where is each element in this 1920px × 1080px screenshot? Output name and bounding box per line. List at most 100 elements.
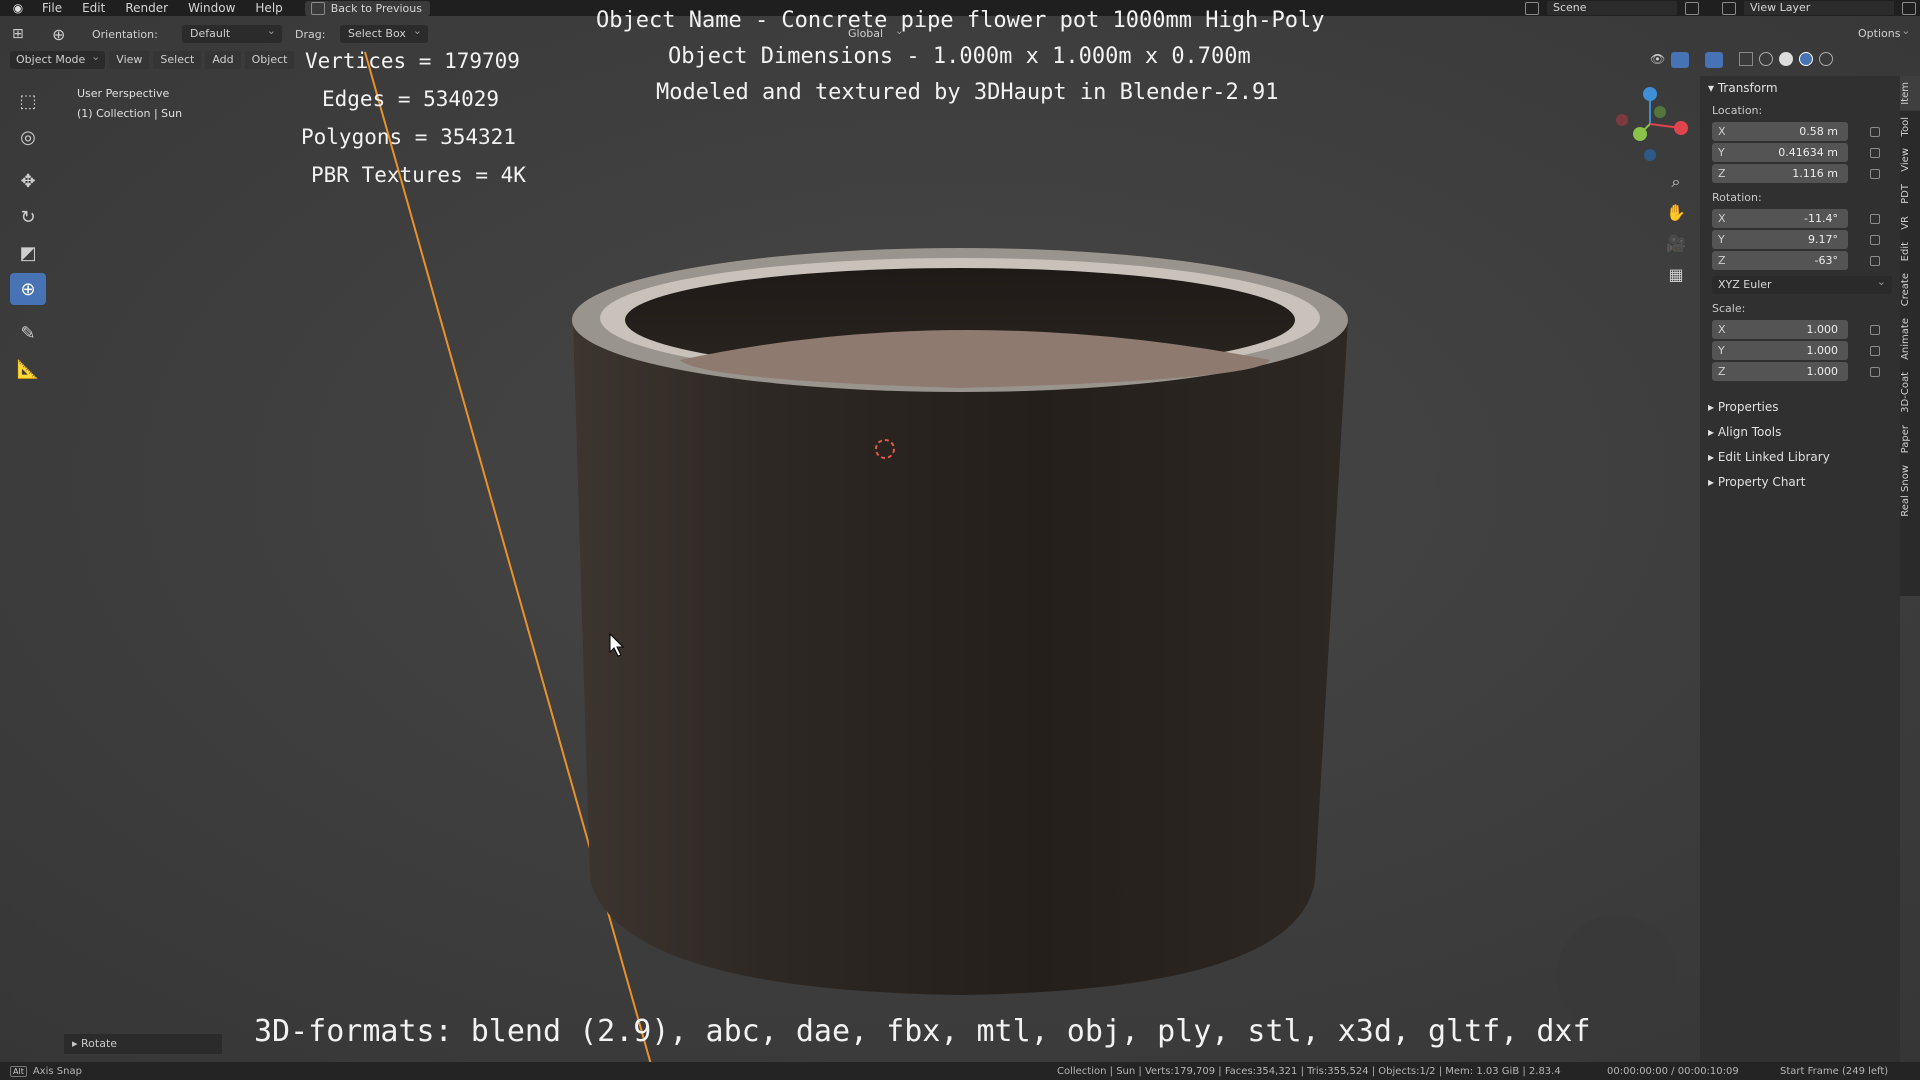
menu-render[interactable]: Render <box>115 0 178 16</box>
scale-tool[interactable]: ◩ <box>10 237 46 269</box>
view-layer-name-field[interactable]: View Layer <box>1744 1 1894 15</box>
gizmo-z-axis[interactable] <box>1643 87 1657 101</box>
select-menu[interactable]: Select <box>153 51 202 69</box>
rotation-y-row: Y 9.17° <box>1700 228 1900 249</box>
overlay-toggle-icon[interactable] <box>1705 52 1724 68</box>
field-value: 0.41634 m <box>1778 146 1838 159</box>
rotation-mode-dropdown[interactable]: XYZ Euler <box>1712 273 1892 294</box>
location-y-field[interactable]: Y 0.41634 m <box>1712 143 1848 162</box>
camera-view-icon[interactable]: 🎥 <box>1664 232 1688 256</box>
tab-create[interactable]: Create <box>1900 267 1920 312</box>
tab-vr[interactable]: VR <box>1900 210 1920 236</box>
rotation-x-field[interactable]: X -11.4° <box>1712 209 1848 228</box>
pan-hand-icon[interactable]: ✋ <box>1664 201 1688 225</box>
menu-help[interactable]: Help <box>245 0 292 16</box>
measure-tool[interactable]: 📐 <box>10 353 46 385</box>
edit-linked-library-panel-header[interactable]: ▸ Edit Linked Library <box>1700 445 1900 470</box>
tab-view[interactable]: View <box>1900 142 1920 178</box>
back-to-previous-button[interactable]: Back to Previous <box>304 0 430 16</box>
scale-label: Scale: <box>1712 302 1746 315</box>
scene-name-field[interactable]: Scene <box>1547 1 1677 15</box>
gizmo-neg-z-axis[interactable] <box>1644 149 1656 161</box>
new-scene-icon[interactable] <box>1685 1 1699 15</box>
rotation-z-field[interactable]: Z -63° <box>1712 251 1848 270</box>
blender-logo-icon[interactable]: ◉ <box>10 1 26 15</box>
annotate-tool[interactable]: ✎ <box>10 317 46 349</box>
object-mode-dropdown[interactable]: Object Mode <box>10 48 106 69</box>
status-bar: Alt Axis Snap Collection | Sun | Verts:1… <box>0 1062 1920 1080</box>
lock-icon[interactable] <box>1870 126 1880 137</box>
properties-panel-header[interactable]: ▸ Properties <box>1700 395 1900 420</box>
editor-type-icon: ⊞ <box>12 26 24 42</box>
zoom-icon[interactable]: ⌕ <box>1664 170 1688 194</box>
scale-y-row: Y 1.000 <box>1700 339 1900 360</box>
menu-file[interactable]: File <box>32 0 72 16</box>
gizmo-toggle-icon[interactable] <box>1671 52 1690 68</box>
lock-icon[interactable] <box>1870 168 1880 179</box>
location-x-field[interactable]: X 0.58 m <box>1712 122 1848 141</box>
scale-x-field[interactable]: X 1.000 <box>1712 320 1848 339</box>
transform-tool[interactable]: ⊕ <box>10 273 46 305</box>
pot-body[interactable] <box>573 320 1348 995</box>
editor-type-button[interactable]: ⊞ <box>12 25 24 43</box>
tab-paper[interactable]: Paper <box>1900 419 1920 459</box>
view-menu[interactable]: View <box>109 51 150 69</box>
view-layer-selector[interactable]: View Layer <box>1722 0 1916 16</box>
perspective-grid-icon[interactable]: ▦ <box>1664 263 1688 287</box>
drag-value[interactable]: Select Box <box>340 22 428 43</box>
lock-icon[interactable] <box>1870 345 1880 356</box>
location-z-field[interactable]: Z 1.116 m <box>1712 164 1848 183</box>
rendered-shading-icon[interactable] <box>1819 52 1834 66</box>
lock-icon[interactable] <box>1870 324 1880 335</box>
lock-icon[interactable] <box>1870 255 1880 266</box>
rotation-y-field[interactable]: Y 9.17° <box>1712 230 1848 249</box>
field-value: 1.000 <box>1806 344 1839 357</box>
tab-animate[interactable]: Animate <box>1900 312 1920 366</box>
align-tools-panel-header[interactable]: ▸ Align Tools <box>1700 420 1900 445</box>
menu-edit[interactable]: Edit <box>72 0 115 16</box>
gizmo-neg-y-axis[interactable] <box>1654 106 1666 118</box>
select-box-tool[interactable]: ⬚ <box>10 85 46 117</box>
wireframe-shading-icon[interactable] <box>1759 52 1774 66</box>
lock-icon[interactable] <box>1870 234 1880 245</box>
options-dropdown[interactable]: Options <box>1850 22 1916 43</box>
lock-icon[interactable] <box>1870 213 1880 224</box>
tab-real-snow[interactable]: Real Snow <box>1900 459 1920 523</box>
options-label[interactable]: Options <box>1850 22 1916 43</box>
tab-tool[interactable]: Tool <box>1900 111 1920 142</box>
active-tool-icon[interactable]: ⊕ <box>52 25 65 44</box>
cursor-tool[interactable]: ◎ <box>10 121 46 153</box>
tab-pdt[interactable]: PDT <box>1900 178 1920 210</box>
gizmo-x-axis[interactable] <box>1674 121 1688 135</box>
new-view-layer-icon[interactable] <box>1902 1 1916 15</box>
add-menu[interactable]: Add <box>205 51 241 69</box>
gizmo-y-axis[interactable] <box>1633 127 1647 141</box>
tab-3d-coat[interactable]: 3D-Coat <box>1900 366 1920 419</box>
sidebar-tabs: Item Tool View PDT VR Edit Create Animat… <box>1900 76 1920 596</box>
move-tool[interactable]: ✥ <box>10 165 46 197</box>
scale-icon: ◩ <box>19 242 37 264</box>
solid-shading-icon[interactable] <box>1779 52 1794 66</box>
xray-toggle-icon[interactable] <box>1739 52 1754 66</box>
gizmo-neg-x-axis[interactable] <box>1616 114 1628 126</box>
property-chart-panel-header[interactable]: ▸ Property Chart <box>1700 470 1900 495</box>
transform-panel-header[interactable]: ▾ Transform <box>1700 76 1900 96</box>
last-operator-panel[interactable]: ▸ Rotate <box>64 1034 222 1054</box>
drag-dropdown[interactable]: Select Box <box>340 22 428 43</box>
transform-title: Transform <box>1717 81 1778 95</box>
visibility-icon[interactable]: 👁 <box>1650 52 1665 68</box>
tab-edit[interactable]: Edit <box>1900 236 1920 267</box>
orientation-dropdown[interactable]: Default <box>182 22 282 43</box>
scale-y-field[interactable]: Y 1.000 <box>1712 341 1848 360</box>
object-menu[interactable]: Object <box>244 51 295 69</box>
lock-icon[interactable] <box>1870 366 1880 377</box>
lock-icon[interactable] <box>1870 147 1880 158</box>
navigation-gizmo[interactable] <box>1600 82 1700 172</box>
rotate-tool[interactable]: ↻ <box>10 201 46 233</box>
scene-selector[interactable]: Scene <box>1525 0 1699 16</box>
material-shading-icon[interactable] <box>1799 52 1814 66</box>
orientation-value[interactable]: Default <box>182 22 282 43</box>
tab-item[interactable]: Item <box>1900 76 1920 111</box>
menu-window[interactable]: Window <box>178 0 245 16</box>
scale-z-field[interactable]: Z 1.000 <box>1712 362 1848 381</box>
